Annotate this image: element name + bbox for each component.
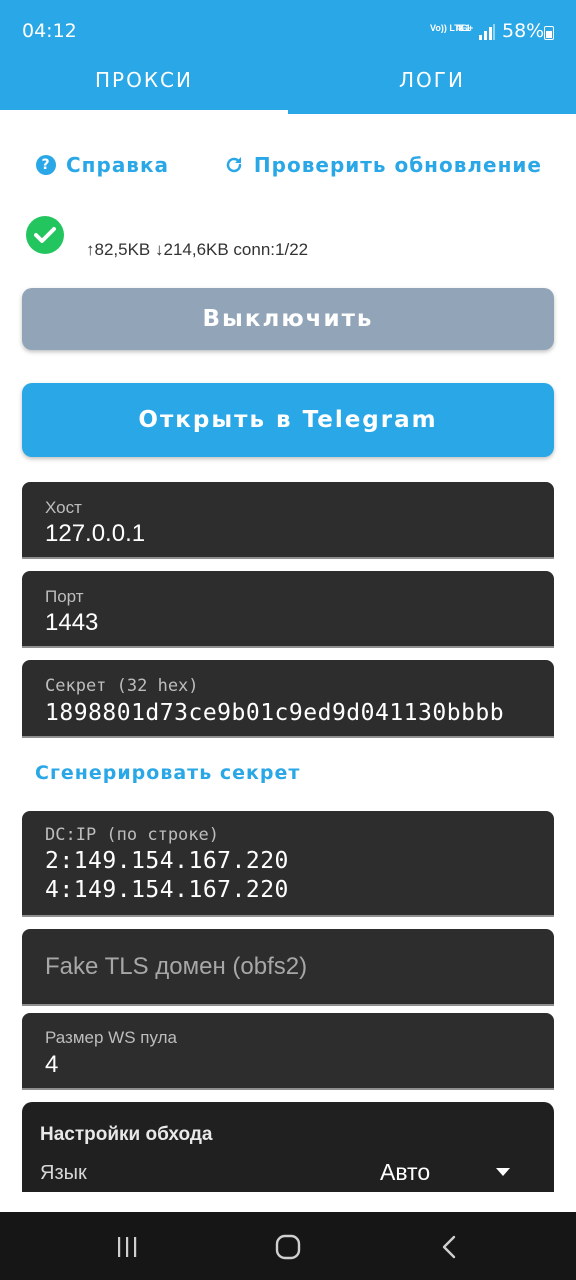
help-link[interactable]: ? Справка [36, 153, 169, 177]
links-row: ? Справка Проверить обновление [36, 150, 542, 180]
check-update-link[interactable]: Проверить обновление [224, 153, 542, 177]
battery-percent: 58% [502, 20, 545, 42]
dc-ip-line-1: 2:149.154.167.220 [45, 848, 289, 874]
home-button[interactable] [273, 1232, 303, 1262]
secret-field[interactable]: Секрет (32 hex) 1898801d73ce9b01c9ed9d04… [22, 660, 554, 738]
recents-icon [118, 1237, 137, 1257]
battery-icon [544, 26, 554, 40]
bypass-settings-card: Настройки обхода Язык Авто [22, 1102, 554, 1192]
ws-pool-value: 4 [45, 1051, 59, 1078]
host-value: 127.0.0.1 [45, 520, 146, 547]
refresh-icon [226, 157, 242, 173]
traffic-stats: ↑82,5KB ↓214,6KB conn:1/22 [86, 240, 309, 259]
generate-secret-link[interactable]: Сгенерировать секрет [35, 762, 300, 784]
port-field[interactable]: Порт 1443 [22, 571, 554, 648]
port-label: Порт [45, 587, 84, 606]
port-value: 1443 [45, 609, 99, 636]
recents-button[interactable] [112, 1232, 142, 1262]
language-label: Язык [40, 1162, 87, 1184]
back-icon [442, 1235, 456, 1259]
help-icon: ? [36, 155, 56, 175]
fake-tls-placeholder: Fake TLS домен (obfs2) [45, 953, 308, 980]
check-update-label: Проверить обновление [253, 153, 542, 177]
signal-icon [479, 24, 495, 40]
tab-logs[interactable]: ЛОГИ [288, 46, 576, 114]
dropdown-caret-icon[interactable] [496, 1168, 510, 1176]
home-icon [275, 1234, 301, 1260]
network-type: 4G+ [456, 23, 474, 33]
tab-proxy[interactable]: ПРОКСИ [0, 46, 288, 114]
disable-button[interactable]: Выключить [22, 288, 554, 350]
secret-value: 1898801d73ce9b01c9ed9d041130bbbb [45, 700, 505, 726]
host-label: Хост [45, 498, 82, 517]
status-time: 04:12 [22, 20, 77, 42]
open-telegram-button[interactable]: Открыть в Telegram [22, 383, 554, 457]
ws-pool-label: Размер WS пула [45, 1028, 177, 1047]
language-select[interactable]: Авто [380, 1159, 430, 1186]
help-label: Справка [66, 153, 170, 177]
tab-bar: ПРОКСИ ЛОГИ [0, 46, 576, 114]
system-nav-bar [0, 1212, 576, 1280]
back-button[interactable] [435, 1232, 465, 1262]
fake-tls-field[interactable]: Fake TLS домен (obfs2) [22, 929, 554, 1006]
dc-ip-label: DC:IP (по строке) [45, 825, 219, 845]
host-field[interactable]: Хост 127.0.0.1 [22, 482, 554, 559]
status-bar: 04:12 Vo)) LTE1 4G+ 58% [0, 0, 576, 46]
ws-pool-field[interactable]: Размер WS пула 4 [22, 1013, 554, 1090]
dc-ip-field[interactable]: DC:IP (по строке) 2:149.154.167.220 4:14… [22, 811, 554, 917]
secret-label: Секрет (32 hex) [45, 676, 199, 696]
bypass-settings-title: Настройки обхода [40, 1124, 213, 1145]
dc-ip-line-2: 4:149.154.167.220 [45, 877, 289, 903]
check-circle-icon [26, 216, 64, 254]
